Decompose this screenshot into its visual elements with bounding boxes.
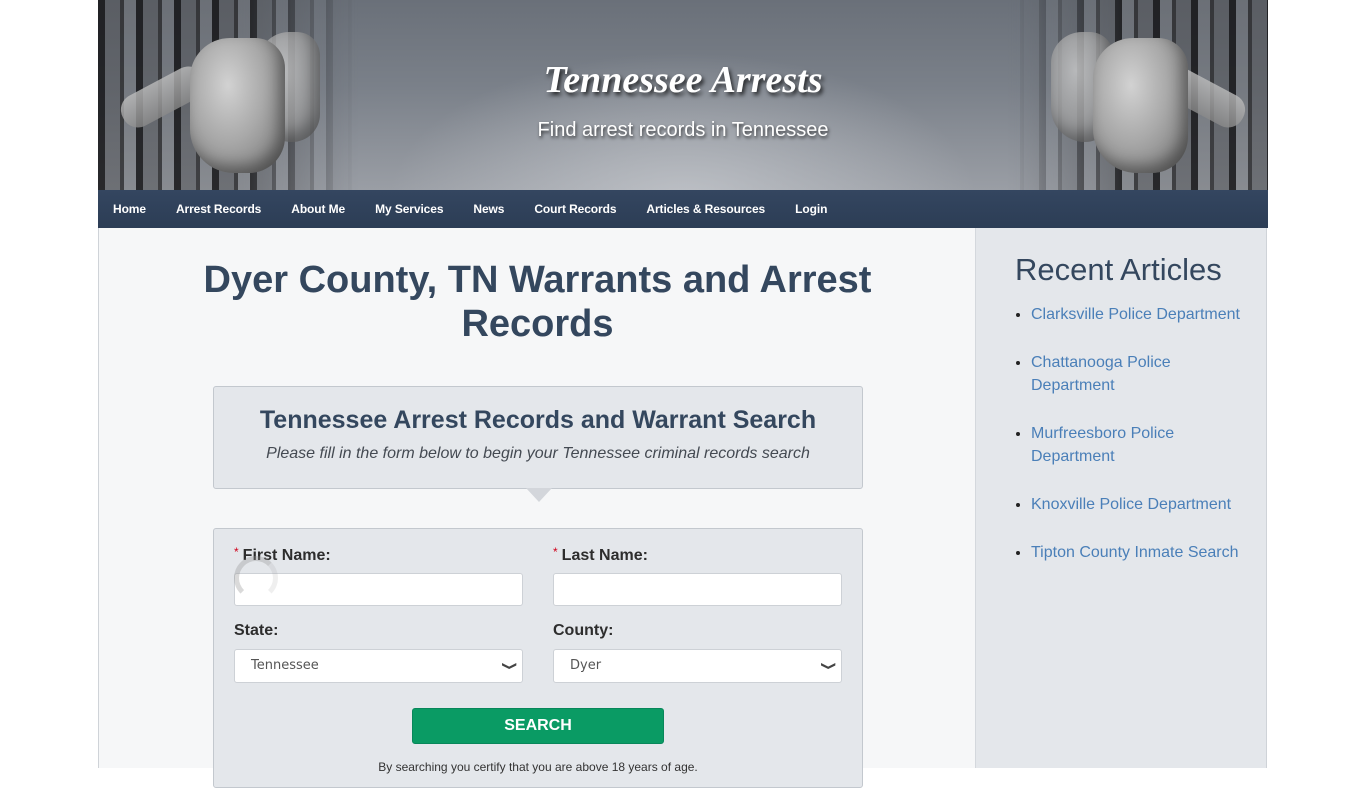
nav-login[interactable]: Login xyxy=(780,190,842,228)
last-name-label-text: Last Name: xyxy=(561,547,648,564)
chevron-down-icon: ❯ xyxy=(501,661,519,671)
last-name-input[interactable] xyxy=(553,573,842,606)
nav-about-me[interactable]: About Me xyxy=(276,190,360,228)
required-marker: * xyxy=(553,545,558,559)
search-button[interactable]: SEARCH xyxy=(412,708,664,744)
page-title: Dyer County, TN Warrants and Arrest Reco… xyxy=(203,259,872,345)
list-item: Clarksville Police Department xyxy=(1031,303,1256,326)
search-form: * First Name: * Last Name: State: Tennesse… xyxy=(213,528,863,788)
required-marker: * xyxy=(234,545,239,559)
search-intro-subtitle: Please fill in the form below to begin y… xyxy=(266,445,810,462)
county-label: County: xyxy=(553,622,614,639)
nav-news[interactable]: News xyxy=(458,190,519,228)
last-name-label: * Last Name: xyxy=(553,545,648,565)
nav-home[interactable]: Home xyxy=(98,190,161,228)
list-item: Chattanooga Police Department xyxy=(1031,351,1256,397)
age-disclaimer: By searching you certify that you are ab… xyxy=(378,760,698,774)
article-link-knoxville[interactable]: Knoxville Police Department xyxy=(1031,496,1231,513)
nav-articles-resources[interactable]: Articles & Resources xyxy=(631,190,780,228)
first-name-label: * First Name: xyxy=(234,545,331,565)
list-item: Tipton County Inmate Search xyxy=(1031,541,1256,564)
first-name-input[interactable] xyxy=(234,573,523,606)
search-intro-title: Tennessee Arrest Records and Warrant Sea… xyxy=(259,406,817,434)
site-tagline: Find arrest records in Tennessee xyxy=(537,119,829,141)
nav-court-records[interactable]: Court Records xyxy=(519,190,631,228)
nav-my-services[interactable]: My Services xyxy=(360,190,458,228)
county-select[interactable]: Dyer ❯ xyxy=(553,649,842,683)
article-link-clarksville[interactable]: Clarksville Police Department xyxy=(1031,306,1240,323)
state-label: State: xyxy=(234,622,279,639)
recent-articles-title: Recent Articles xyxy=(1015,252,1222,287)
state-selected-value: Tennessee xyxy=(251,658,319,673)
county-selected-value: Dyer xyxy=(570,658,602,673)
state-select[interactable]: Tennessee ❯ xyxy=(234,649,523,683)
search-intro-box: Tennessee Arrest Records and Warrant Sea… xyxy=(213,386,863,502)
recent-articles-list: Clarksville Police Department Chattanoog… xyxy=(1031,303,1256,589)
header-banner: Tennessee Arrests Find arrest records in… xyxy=(98,0,1268,190)
nav-arrest-records[interactable]: Arrest Records xyxy=(161,190,276,228)
page: Tennessee Arrests Find arrest records in… xyxy=(98,0,1268,788)
list-item: Knoxville Police Department xyxy=(1031,493,1256,516)
first-name-label-text: First Name: xyxy=(242,547,331,564)
site-title[interactable]: Tennessee Arrests xyxy=(98,58,1268,102)
chevron-down-icon: ❯ xyxy=(820,661,838,671)
sidebar: Recent Articles Clarksville Police Depar… xyxy=(975,228,1267,768)
article-link-tipton[interactable]: Tipton County Inmate Search xyxy=(1031,544,1239,561)
article-link-murfreesboro[interactable]: Murfreesboro Police Department xyxy=(1031,425,1174,465)
list-item: Murfreesboro Police Department xyxy=(1031,422,1256,468)
article-link-chattanooga[interactable]: Chattanooga Police Department xyxy=(1031,354,1171,394)
main-content: Dyer County, TN Warrants and Arrest Reco… xyxy=(98,228,975,788)
main-nav: Home Arrest Records About Me My Services… xyxy=(98,190,1268,228)
